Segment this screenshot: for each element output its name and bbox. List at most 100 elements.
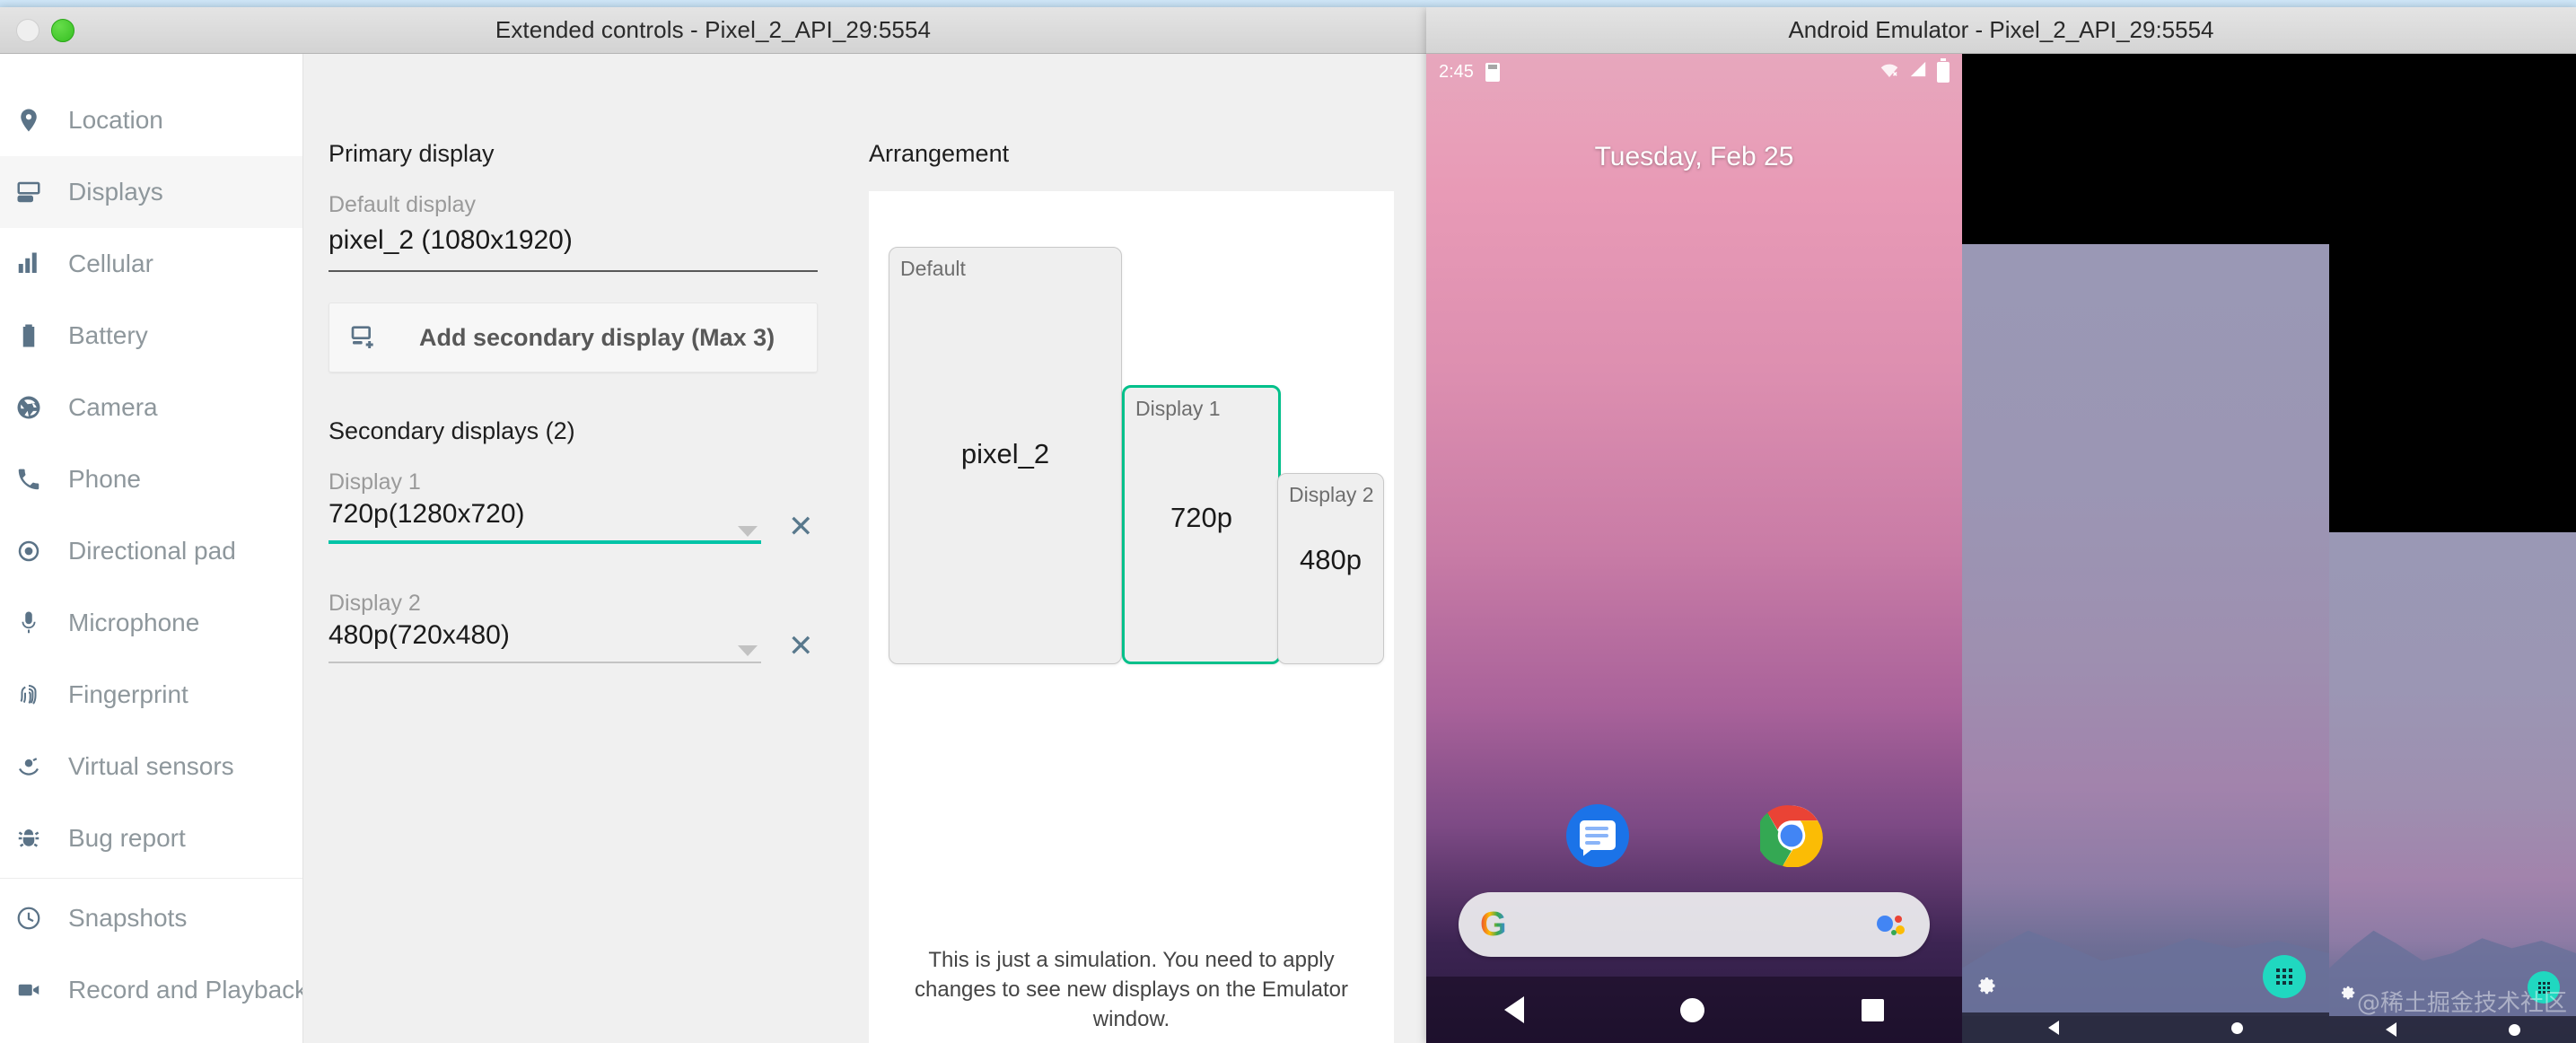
sidebar-item-phone[interactable]: Phone — [0, 443, 302, 515]
displays-settings-column: Primary display Default display pixel_2 … — [303, 54, 860, 1043]
sidebar-item-displays[interactable]: Displays — [0, 156, 302, 228]
extended-controls-titlebar[interactable]: Extended controls - Pixel_2_API_29:5554 — [0, 7, 1426, 54]
add-secondary-display-label: Add secondary display (Max 3) — [419, 323, 775, 351]
secondary-nav-bar[interactable] — [2329, 1016, 2576, 1043]
home-button[interactable] — [1680, 997, 1705, 1022]
microphone-icon — [9, 609, 48, 636]
remove-display-1-button[interactable]: ✕ — [788, 512, 814, 542]
google-assistant-icon[interactable] — [1872, 910, 1908, 939]
arrangement-canvas[interactable]: Default pixel_2 Display 1 720p Display 2… — [869, 191, 1394, 1043]
secondary-display-2[interactable] — [2329, 532, 2576, 1043]
sidebar-item-bug-report[interactable]: Bug report — [0, 802, 302, 874]
display-2-dropdown[interactable]: 480p(720x480) — [329, 620, 761, 663]
sidebar-item-location[interactable]: Location — [0, 84, 302, 156]
status-bar-time: 2:45 — [1439, 61, 1474, 82]
display-1-dropdown[interactable]: 720p(1280x720) — [329, 499, 761, 544]
arrangement-card-name: Display 2 — [1289, 483, 1374, 506]
default-display-underline — [329, 270, 818, 272]
sidebar-item-label: Phone — [68, 465, 141, 493]
virtual-sensors-icon — [9, 753, 48, 780]
sidebar-item-label: Snapshots — [68, 904, 188, 932]
primary-display-title: Primary display — [329, 140, 495, 167]
navigation-bar[interactable] — [1426, 977, 1962, 1043]
sidebar-item-microphone[interactable]: Microphone — [0, 587, 302, 659]
status-bar: 2:45 — [1426, 54, 1962, 90]
sidebar[interactable]: Location Displays Cellular Battery Camer… — [0, 54, 303, 1043]
dpad-icon — [9, 538, 48, 565]
sidebar-item-label: Record and Playback — [68, 976, 303, 1004]
emulator-title: Android Emulator - Pixel_2_API_29:5554 — [1788, 16, 2214, 43]
sidebar-item-label: Location — [68, 106, 163, 134]
primary-phone-screen[interactable]: 2:45 Tuesday, Feb 25 G — [1426, 54, 1962, 1043]
apps-grid-icon[interactable] — [2263, 955, 2306, 998]
sidebar-item-label: Fingerprint — [68, 680, 188, 708]
sidebar-item-label: Camera — [68, 393, 158, 421]
display-1-label: Display 1 — [329, 469, 421, 495]
sidebar-item-label: Displays — [68, 178, 163, 206]
sidebar-item-fingerprint[interactable]: Fingerprint — [0, 659, 302, 731]
arrangement-note: This is just a simulation. You need to a… — [915, 947, 1348, 1031]
sidebar-item-label: Cellular — [68, 250, 153, 277]
bug-icon — [9, 825, 48, 852]
watermark-text: @稀土掘金技术社区 — [2356, 990, 2567, 1017]
secondary-displays-title: Secondary displays (2) — [329, 417, 575, 444]
sidebar-item-camera[interactable]: Camera — [0, 372, 302, 443]
status-bar-right — [1879, 57, 1950, 83]
messages-app-icon[interactable] — [1565, 804, 1629, 867]
settings-gear-icon[interactable] — [1976, 977, 1998, 1004]
back-button[interactable] — [1504, 996, 1525, 1023]
screenshot-root: Extended controls - Pixel_2_API_29:5554 … — [0, 0, 2576, 1043]
google-search-bar[interactable]: G — [1459, 892, 1930, 957]
cellular-signal-icon — [1908, 60, 1928, 83]
arrangement-card-default[interactable]: Default pixel_2 — [889, 247, 1122, 664]
settings-gear-icon[interactable] — [2340, 986, 2357, 1007]
secondary-display-1[interactable] — [1962, 244, 2329, 1043]
default-display-value: pixel_2 (1080x1920) — [329, 225, 573, 255]
battery-icon — [1937, 57, 1950, 83]
chevron-down-icon[interactable] — [738, 526, 758, 537]
chrome-app-icon[interactable] — [1756, 804, 1823, 868]
arrangement-card-display-1[interactable]: Display 1 720p — [1122, 385, 1281, 664]
zoom-window-button[interactable] — [51, 18, 74, 42]
battery-icon — [9, 322, 48, 349]
arrangement-card-res: pixel_2 — [960, 438, 1050, 469]
window-controls[interactable] — [0, 18, 74, 42]
google-g-icon: G — [1480, 906, 1507, 943]
sidebar-item-record-and-playback[interactable]: Record and Playback — [0, 954, 302, 1026]
emulator-titlebar[interactable]: Android Emulator - Pixel_2_API_29:5554 — [1426, 7, 2576, 54]
video-camera-icon — [9, 977, 48, 1004]
home-button[interactable] — [2231, 1021, 2243, 1034]
arrangement-card-display-2[interactable]: Display 2 480p — [1277, 473, 1384, 664]
chevron-down-icon[interactable] — [738, 645, 758, 656]
home-dock — [1426, 804, 1962, 868]
sd-card-icon — [1485, 62, 1500, 82]
sidebar-item-battery[interactable]: Battery — [0, 300, 302, 372]
location-pin-icon — [9, 107, 48, 134]
secondary-nav-bar[interactable] — [1962, 1012, 2329, 1043]
arrangement-card-res: 480p — [1300, 544, 1362, 575]
fingerprint-icon — [9, 681, 48, 708]
sidebar-item-directional-pad[interactable]: Directional pad — [0, 515, 302, 587]
home-button[interactable] — [2508, 1023, 2520, 1036]
remove-display-2-button[interactable]: ✕ — [788, 631, 814, 662]
back-button[interactable] — [2385, 1022, 2396, 1037]
close-window-button[interactable] — [16, 18, 39, 42]
sidebar-item-label: Virtual sensors — [68, 752, 234, 780]
extended-controls-window: Extended controls - Pixel_2_API_29:5554 … — [0, 7, 1426, 1043]
sidebar-item-settings[interactable]: Settings — [0, 1026, 302, 1043]
home-date-text: Tuesday, Feb 25 — [1594, 142, 1794, 171]
recents-button[interactable] — [1861, 998, 1884, 1021]
sidebar-item-cellular[interactable]: Cellular — [0, 228, 302, 300]
sidebar-item-snapshots[interactable]: Snapshots — [0, 882, 302, 954]
clock-snapshot-icon — [9, 905, 48, 932]
add-secondary-display-button[interactable]: Add secondary display (Max 3) — [329, 302, 818, 372]
add-display-icon — [349, 323, 378, 352]
status-bar-left: 2:45 — [1439, 62, 1500, 83]
arrangement-card-name: Display 1 — [1135, 397, 1221, 420]
default-display-label: Default display — [329, 192, 476, 217]
back-button[interactable] — [2048, 1021, 2059, 1035]
sidebar-item-virtual-sensors[interactable]: Virtual sensors — [0, 731, 302, 802]
camera-aperture-icon — [9, 394, 48, 421]
android-emulator-window: Android Emulator - Pixel_2_API_29:5554 2… — [1426, 7, 2576, 1043]
display-2-value: 480p(720x480) — [329, 620, 510, 650]
